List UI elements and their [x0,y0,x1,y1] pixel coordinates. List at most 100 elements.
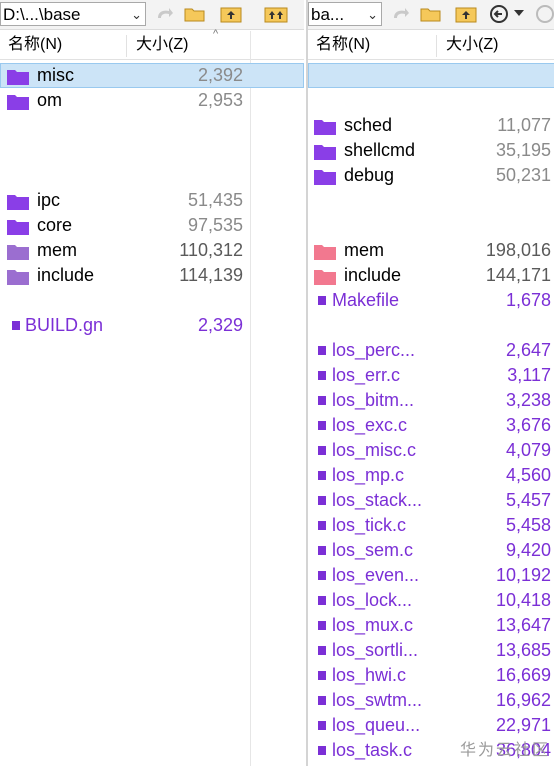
empty-row[interactable] [0,163,304,188]
left-size-column-header[interactable]: 大小(Z) [128,31,248,59]
file-row[interactable]: shellcmd 35,195 [308,138,554,163]
file-name: los_queu... [332,715,421,735]
empty-row[interactable] [308,313,554,338]
open-folder-icon[interactable] [183,3,207,25]
file-row[interactable]: los_mp.c 4,560 [308,463,554,488]
column-divider[interactable] [436,35,437,57]
file-row[interactable]: los_queu... 22,971 [308,713,554,738]
file-name: BUILD.gn [25,315,104,335]
file-icon [318,696,326,705]
file-row[interactable]: mem 198,016 [308,238,554,263]
file-row[interactable]: los_stack... 5,457 [308,488,554,513]
file-row[interactable]: BUILD.gn 2,329 [0,313,304,338]
file-size: 10,418 [495,590,551,610]
right-file-pane: ba... ⌄ 名称(N) 大小(Z) sched 11,077 shellcmd 3… [306,0,554,766]
file-row[interactable]: debug 50,231 [308,163,554,188]
file-icon [12,321,20,330]
file-size: 9,420 [505,540,551,560]
column-divider[interactable] [126,35,127,57]
file-icon [318,746,326,755]
watermark-text: 华为云社区 [459,742,550,759]
file-name: include [344,265,402,285]
file-row[interactable]: los_err.c 3,117 [308,363,554,388]
file-row[interactable]: include 114,139 [0,263,304,288]
file-row[interactable]: core 97,535 [0,213,304,238]
right-path-combo[interactable]: ba... ⌄ [308,2,382,26]
back-history-icon[interactable] [488,3,512,25]
file-row[interactable]: los_hwi.c 16,669 [308,663,554,688]
file-row[interactable]: include 144,171 [308,263,554,288]
file-size: 11,077 [497,115,551,135]
file-name: mem [344,240,384,260]
file-icon [318,296,326,305]
redo-icon[interactable] [152,3,176,25]
empty-row[interactable] [308,213,554,238]
file-icon [318,371,326,380]
forward-history-icon[interactable] [534,3,554,25]
file-row[interactable]: los_exc.c 3,676 [308,413,554,438]
file-size: 16,669 [495,665,551,685]
file-size: 198,016 [485,240,551,260]
chevron-down-icon[interactable]: ⌄ [131,3,142,25]
file-icon [318,446,326,455]
up-folder-icon[interactable] [219,3,243,25]
file-size: 97,535 [187,215,243,235]
left-column-header: 名称(N) 大小(Z) ^ [0,28,304,60]
empty-row[interactable] [0,113,304,138]
redo-icon[interactable] [388,3,412,25]
file-icon [318,546,326,555]
file-size: 144,171 [485,265,551,285]
file-row[interactable]: los_misc.c 4,079 [308,438,554,463]
empty-row[interactable] [308,188,554,213]
empty-row[interactable] [0,288,304,313]
file-icon [318,646,326,655]
empty-row[interactable] [308,88,554,113]
file-name: los_sem.c [332,540,414,560]
file-size: 13,647 [495,615,551,635]
history-dropdown-icon[interactable] [512,3,526,25]
file-icon [318,621,326,630]
file-row[interactable]: los_tick.c 5,458 [308,513,554,538]
file-row[interactable]: los_perc... 2,647 [308,338,554,363]
right-name-column-header[interactable]: 名称(N) [308,31,434,59]
file-name: los_hwi.c [332,665,407,685]
chevron-down-icon[interactable]: ⌄ [367,3,378,25]
left-file-list: misc 2,392 om 2,953 ipc 51,435 core 97,535 mem 11… [0,63,304,338]
file-name: los_task.c [332,740,413,760]
right-size-column-header[interactable]: 大小(Z) [438,31,554,59]
file-row[interactable]: mem 110,312 [0,238,304,263]
sync-up-icon[interactable] [264,3,288,25]
open-folder-icon[interactable] [419,3,443,25]
file-name: los_even... [332,565,420,585]
file-name: ipc [37,190,61,210]
file-row[interactable]: los_even... 10,192 [308,563,554,588]
file-row[interactable]: Makefile 1,678 [308,288,554,313]
file-size: 4,560 [505,465,551,485]
file-row[interactable]: los_sortli... 13,685 [308,638,554,663]
file-row[interactable]: sched 11,077 [308,113,554,138]
file-row[interactable]: los_bitm... 3,238 [308,388,554,413]
file-name: include [37,265,95,285]
file-size: 3,117 [507,365,551,385]
empty-row[interactable] [0,138,304,163]
file-row[interactable]: los_lock... 10,418 [308,588,554,613]
up-folder-icon[interactable] [454,3,478,25]
left-name-column-header[interactable]: 名称(N) [0,31,124,59]
file-row[interactable]: om 2,953 [0,88,304,113]
empty-row[interactable] [308,63,554,88]
file-row[interactable]: los_mux.c 13,647 [308,613,554,638]
file-row[interactable]: misc 2,392 [0,63,304,88]
file-size: 22,971 [495,715,551,735]
file-size: 51,435 [187,190,243,210]
file-icon [318,671,326,680]
file-size: 114,139 [179,265,243,285]
file-name: los_mp.c [332,465,405,485]
file-name: los_swtm... [332,690,423,710]
file-row[interactable]: los_sem.c 9,420 [308,538,554,563]
file-row[interactable]: ipc 51,435 [0,188,304,213]
sort-ascending-icon: ^ [213,28,219,40]
file-row[interactable]: los_swtm... 16,962 [308,688,554,713]
left-path-combo[interactable]: D:\...\base ⌄ [0,2,146,26]
file-name: Makefile [332,290,400,310]
file-name: los_sortli... [332,640,419,660]
